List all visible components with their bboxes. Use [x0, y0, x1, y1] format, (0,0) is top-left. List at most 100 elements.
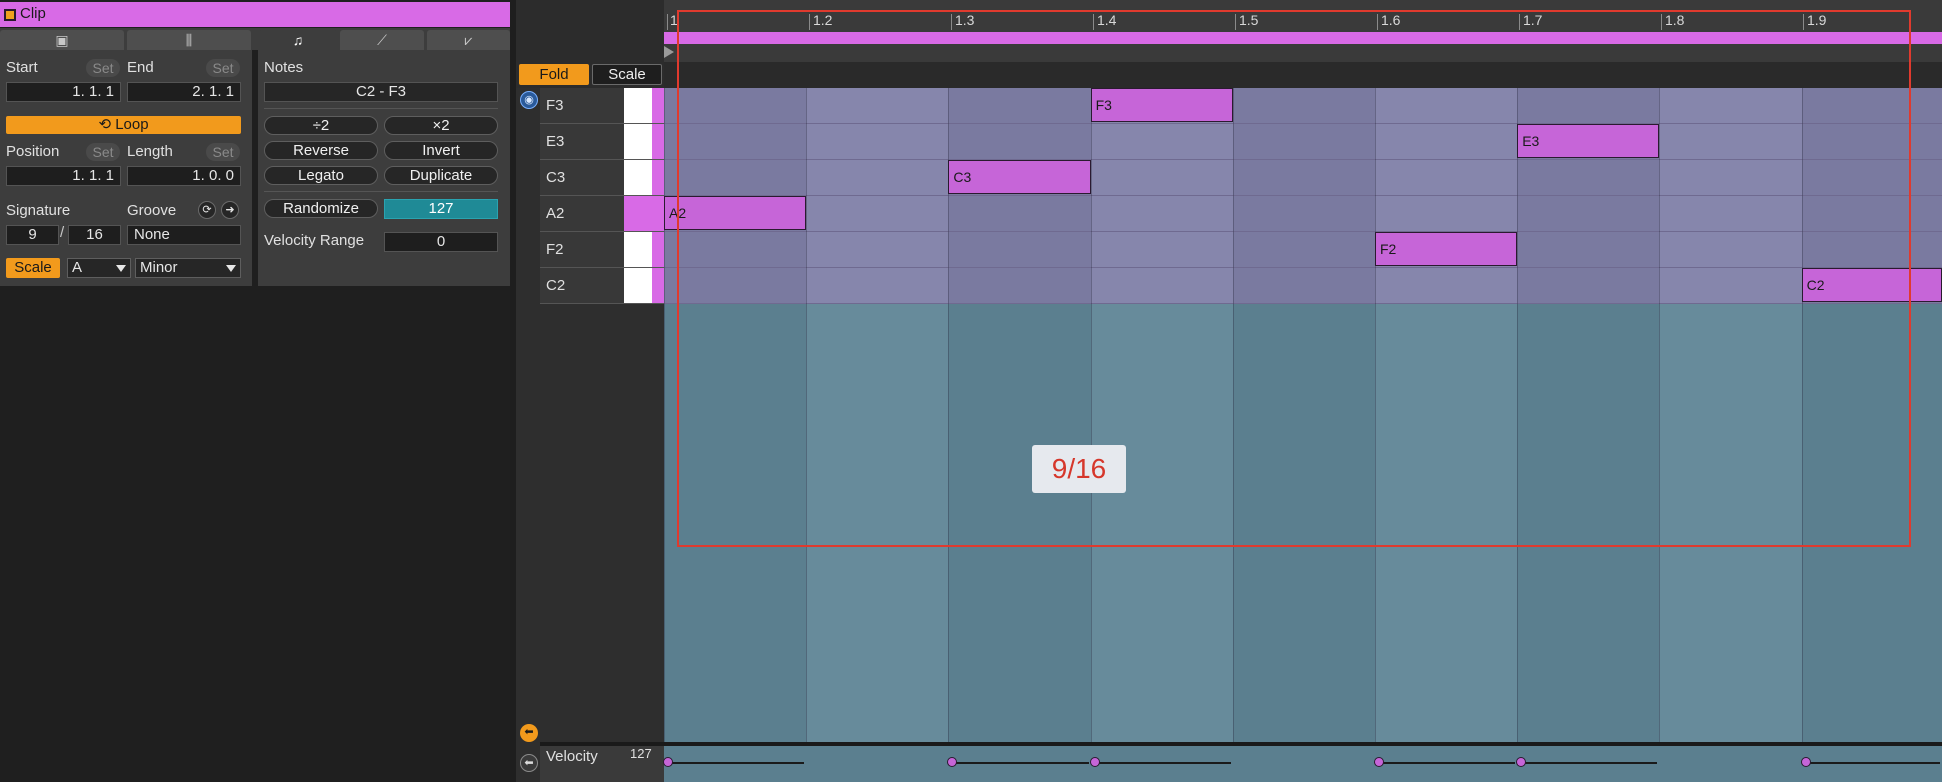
tab-envelopes[interactable]: ⫼	[127, 30, 251, 50]
grid-beat-line	[664, 88, 665, 742]
loop-button[interactable]: ⟲ Loop	[6, 116, 241, 134]
key-scale-marker	[652, 88, 664, 123]
piano-key[interactable]	[624, 232, 652, 267]
preview-headphones-icon[interactable]: ◉	[520, 91, 538, 109]
ruler-tick	[667, 14, 668, 30]
groove-field[interactable]: None	[127, 225, 241, 245]
divide-by-2-button[interactable]: ÷2	[264, 116, 378, 135]
velocity-max-label: 127	[630, 746, 652, 761]
randomize-amount-field[interactable]: 127	[384, 199, 498, 219]
transform-icon: ⩗	[464, 31, 473, 48]
scale-toggle-button[interactable]: Scale	[6, 258, 60, 278]
key-label: F2	[546, 241, 564, 258]
key-label: A2	[546, 205, 565, 222]
key-label: C2	[546, 277, 566, 294]
scale-mode-dropdown[interactable]: Minor	[135, 258, 241, 278]
tab-clip-main[interactable]: ▣	[0, 30, 124, 50]
clip-activator-toggle[interactable]	[4, 9, 16, 21]
piano-key[interactable]	[624, 124, 652, 159]
position-set-button[interactable]: Set	[86, 143, 120, 161]
velocity-stem	[1805, 762, 1940, 764]
note-icon: ♫	[292, 32, 304, 48]
multiply-by-2-button[interactable]: ×2	[384, 116, 498, 135]
invert-button[interactable]: Invert	[384, 141, 498, 160]
groove-label: Groove	[127, 202, 177, 219]
piano-key[interactable]	[624, 268, 652, 303]
scale-mode-value: Minor	[140, 259, 178, 276]
signature-numerator-field[interactable]: 9	[6, 225, 59, 245]
reverse-button[interactable]: Reverse	[264, 141, 378, 160]
chevron-down-icon	[116, 265, 126, 272]
scale-highlight-button[interactable]: Scale	[592, 64, 662, 85]
velocity-stem	[1521, 762, 1658, 764]
notes-divider	[264, 108, 498, 109]
lane-toggle-icon[interactable]: ⬅	[520, 724, 538, 742]
position-field[interactable]: 1. 1. 1	[6, 166, 121, 186]
velocity-stem	[952, 762, 1089, 764]
piano-key[interactable]	[624, 160, 652, 195]
length-set-button[interactable]: Set	[206, 143, 240, 161]
key-scale-marker	[652, 124, 664, 159]
notes-divider-2	[264, 191, 498, 192]
fold-button[interactable]: Fold	[519, 64, 589, 85]
start-set-button[interactable]: Set	[86, 59, 120, 77]
piano-key[interactable]	[624, 196, 652, 231]
editor-left-strip: ◉ ⬅ ⬅	[516, 88, 540, 782]
notes-label: Notes	[264, 59, 304, 76]
key-label: E3	[546, 133, 565, 150]
velocity-stem	[668, 762, 805, 764]
velocity-handle[interactable]	[663, 757, 673, 767]
piano-keys: F3 E3 C3 A2 F2 C2	[540, 88, 664, 304]
velocity-label: Velocity	[546, 748, 598, 765]
clip-view-body: ▣ ⫼ ♫ ⟋ ⩗ Start Set End Set 1. 1. 1 2. 1…	[0, 28, 510, 286]
notes-range-field[interactable]: C2 - F3	[264, 82, 498, 102]
velocity-handle[interactable]	[1516, 757, 1527, 767]
end-field[interactable]: 2. 1. 1	[127, 82, 241, 102]
velocity-handle[interactable]	[1800, 757, 1811, 767]
tab-notes[interactable]: ♫	[258, 30, 338, 50]
key-scale-marker	[652, 268, 664, 303]
key-scale-marker	[652, 196, 664, 231]
time-signature-badge: 9/16	[1032, 445, 1126, 493]
legato-button[interactable]: Legato	[264, 166, 378, 185]
panel-divider	[252, 50, 258, 286]
tab-transform[interactable]: ⩗	[427, 30, 510, 50]
piano-key[interactable]	[624, 88, 652, 123]
clip-panel: Clip ▣ ⫼ ♫ ⟋ ⩗ Start Set End Set 1. 1. 1…	[0, 0, 510, 782]
clip-tab-bar: ▣ ⫼ ♫ ⟋ ⩗	[0, 28, 510, 50]
start-field[interactable]: 1. 1. 1	[6, 82, 121, 102]
scale-root-value: A	[72, 259, 83, 276]
velocity-lane: Velocity 127	[540, 746, 1942, 782]
envelope-bars-icon: ⫼	[185, 31, 193, 48]
key-row-c3[interactable]: C3	[540, 160, 664, 196]
velocity-handle[interactable]	[947, 757, 958, 767]
key-scale-marker	[652, 232, 664, 267]
length-field[interactable]: 1. 0. 0	[127, 166, 241, 186]
velocity-lane-toggle-icon[interactable]: ⬅	[520, 754, 538, 772]
key-row-a2[interactable]: A2	[540, 196, 664, 232]
velocity-range-label: Velocity Range	[264, 232, 365, 249]
velocity-handle[interactable]	[1374, 757, 1384, 767]
velocity-range-field[interactable]: 0	[384, 232, 498, 252]
velocity-stem	[1379, 762, 1516, 764]
selection-rectangle	[677, 10, 1911, 547]
signature-denominator-field[interactable]: 16	[68, 225, 121, 245]
velocity-handle[interactable]	[1089, 757, 1100, 767]
key-row-c2[interactable]: C2	[540, 268, 664, 304]
randomize-button[interactable]: Randomize	[264, 199, 378, 218]
tab-mpe[interactable]: ⟋	[340, 30, 424, 50]
groove-commit-icon[interactable]: ➜	[221, 201, 239, 219]
groove-hot-swap-icon[interactable]: ⟳	[198, 201, 216, 219]
key-row-f3[interactable]: F3	[540, 88, 664, 124]
clip-title-bar[interactable]: Clip	[0, 2, 510, 27]
key-row-e3[interactable]: E3	[540, 124, 664, 160]
velocity-editor-area[interactable]	[663, 746, 1942, 782]
loop-label: Loop	[115, 116, 149, 133]
scale-root-dropdown[interactable]: A	[67, 258, 131, 278]
clip-title: Clip	[20, 5, 46, 22]
start-marker-icon[interactable]	[664, 46, 674, 58]
key-label: C3	[546, 169, 566, 186]
duplicate-button[interactable]: Duplicate	[384, 166, 498, 185]
end-set-button[interactable]: Set	[206, 59, 240, 77]
key-row-f2[interactable]: F2	[540, 232, 664, 268]
